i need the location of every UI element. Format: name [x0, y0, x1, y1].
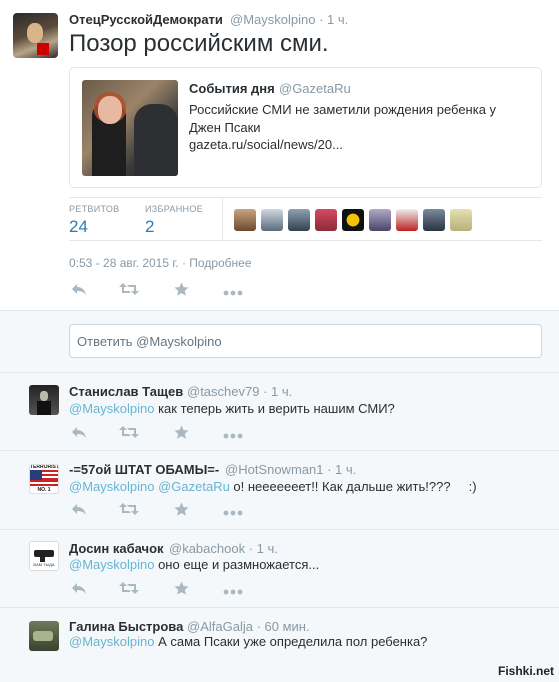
mention-link[interactable]: @Mayskolpino: [69, 401, 154, 416]
fav-avatar[interactable]: [234, 209, 256, 231]
fav-avatar[interactable]: [396, 209, 418, 231]
stats-divider: [222, 198, 223, 241]
reply-author-name[interactable]: Галина Быстрова: [69, 619, 183, 634]
reply-actions: [69, 581, 269, 601]
reply-author-handle[interactable]: @HotSnowman1: [225, 462, 323, 477]
reply-text-body: о! нееееееет!! Как дальше жить!??? :): [229, 479, 477, 494]
reply-author-handle[interactable]: @kabachook: [169, 541, 245, 556]
reply-input[interactable]: [69, 324, 542, 358]
retweet-icon[interactable]: [119, 425, 139, 445]
fav-avatar[interactable]: [288, 209, 310, 231]
reply-tweet[interactable]: TERRORIST NO. 1 -=57ой ШТАТ ОБАМЫ=- @Hot…: [0, 451, 559, 530]
reply-avatar[interactable]: [29, 621, 59, 651]
more-icon[interactable]: [223, 282, 243, 302]
tweet-stats: РЕТВИТОВ 24 ИЗБРАННОЕ 2: [69, 197, 542, 241]
retweet-icon[interactable]: [119, 581, 139, 601]
reply-time[interactable]: · 1 ч.: [263, 384, 292, 399]
mention-link[interactable]: @GazetaRu: [158, 479, 230, 494]
reply-avatar[interactable]: BAM ТЫДА: [29, 541, 59, 571]
retweet-icon[interactable]: [119, 502, 139, 522]
favorite-icon[interactable]: [171, 282, 191, 302]
author-avatar[interactable]: [13, 13, 58, 58]
reply-tweet[interactable]: BAM ТЫДА Досин кабачок @kabachook · 1 ч.…: [0, 530, 559, 608]
mention-link[interactable]: @Mayskolpino: [69, 634, 154, 649]
retweets-count: 24: [69, 217, 88, 236]
reply-text: @Mayskolpino как теперь жить и верить на…: [69, 401, 395, 416]
reply-author-handle-time: @AlfaGalja · 60 мин.: [187, 619, 310, 634]
reply-text-body: А сама Псаки уже определила пол ребенка?: [154, 634, 428, 649]
fav-avatar[interactable]: [315, 209, 337, 231]
fav-avatar[interactable]: [369, 209, 391, 231]
mention-link[interactable]: @Mayskolpino: [69, 557, 154, 572]
tweet-time[interactable]: · 1 ч.: [319, 12, 348, 27]
reply-icon[interactable]: [69, 282, 89, 302]
retweets-label: РЕТВИТОВ: [69, 204, 120, 214]
card-description: Российские СМИ не заметили рождения ребе…: [189, 102, 497, 135]
reply-author-handle-time: @taschev79 · 1 ч.: [187, 384, 292, 399]
card-title: События дня: [189, 81, 275, 96]
reply-area: [0, 311, 559, 373]
more-icon[interactable]: [223, 581, 243, 601]
reply-icon[interactable]: [69, 502, 89, 522]
reply-time[interactable]: · 60 мин.: [257, 619, 310, 634]
reply-time[interactable]: · 1 ч.: [249, 541, 278, 556]
reply-text-body: оно еще и размножается...: [154, 557, 320, 572]
reply-text-body: как теперь жить и верить нашим СМИ?: [154, 401, 395, 416]
reply-tweet[interactable]: Галина Быстрова @AlfaGalja · 60 мин. @Ma…: [0, 608, 559, 682]
more-icon[interactable]: [223, 425, 243, 445]
author-handle[interactable]: @Mayskolpino: [230, 12, 315, 27]
reply-text: @Mayskolpino оно еще и размножается...: [69, 557, 319, 572]
favorites-label: ИЗБРАННОЕ: [145, 204, 203, 214]
site-watermark: Fishki.net: [497, 664, 554, 678]
favorites-count: 2: [145, 217, 155, 236]
favorite-icon[interactable]: [171, 581, 191, 601]
reply-author-handle-time: @kabachook · 1 ч.: [169, 541, 278, 556]
tweet-actions: [69, 282, 269, 302]
reply-text: @Mayskolpino @GazetaRu о! нееееееет!! Ка…: [69, 479, 477, 494]
retweets-stat[interactable]: РЕТВИТОВ 24: [69, 204, 119, 237]
reply-text: @Mayskolpino А сама Псаки уже определила…: [69, 634, 427, 649]
reply-author-name[interactable]: -=57ой ШТАТ ОБАМЫ=-: [69, 462, 219, 477]
card-link[interactable]: gazeta.ru/social/news/20...: [189, 137, 343, 152]
reply-actions: [69, 502, 269, 522]
reply-author-handle-time: @HotSnowman1 · 1 ч.: [225, 462, 356, 477]
favorites-stat[interactable]: ИЗБРАННОЕ 2: [145, 204, 203, 237]
reply-tweet[interactable]: Станислав Тащев @taschev79 · 1 ч. @Maysk…: [0, 373, 559, 451]
reply-avatar[interactable]: TERRORIST NO. 1: [29, 464, 59, 494]
card-image: [82, 80, 178, 176]
tweet-text: Позор российским сми.: [69, 30, 329, 57]
retweet-icon[interactable]: [119, 282, 139, 302]
mention-link[interactable]: @Mayskolpino: [69, 479, 154, 494]
details-link[interactable]: · Подробнее: [182, 256, 252, 270]
reply-avatar[interactable]: [29, 385, 59, 415]
author-name[interactable]: ОтецРусскойДемократи: [69, 12, 223, 27]
reply-author-name[interactable]: Станислав Тащев: [69, 384, 183, 399]
link-card[interactable]: События дня @GazetaRu Российские СМИ не …: [69, 67, 542, 188]
card-handle[interactable]: @GazetaRu: [279, 81, 351, 96]
fav-avatar[interactable]: [450, 209, 472, 231]
reply-actions: [69, 425, 269, 445]
more-icon[interactable]: [223, 502, 243, 522]
fav-avatar[interactable]: [261, 209, 283, 231]
reply-author-handle[interactable]: @AlfaGalja: [187, 619, 253, 634]
reply-time[interactable]: · 1 ч.: [327, 462, 356, 477]
reply-icon[interactable]: [69, 581, 89, 601]
tweet-timestamp: 0:53 - 28 авг. 2015 г. · Подробнее: [69, 256, 252, 270]
reply-author-name[interactable]: Досин кабачок: [69, 541, 164, 556]
reply-author-handle[interactable]: @taschev79: [187, 384, 259, 399]
fav-avatar[interactable]: [342, 209, 364, 231]
author-handle-time: @Mayskolpino · 1 ч.: [230, 12, 348, 27]
reply-icon[interactable]: [69, 425, 89, 445]
favorite-icon[interactable]: [171, 502, 191, 522]
fav-avatar[interactable]: [423, 209, 445, 231]
timestamp-text: 0:53 - 28 авг. 2015 г.: [69, 256, 179, 270]
favorite-icon[interactable]: [171, 425, 191, 445]
main-tweet: ОтецРусскойДемократи @Mayskolpino · 1 ч.…: [0, 0, 559, 311]
